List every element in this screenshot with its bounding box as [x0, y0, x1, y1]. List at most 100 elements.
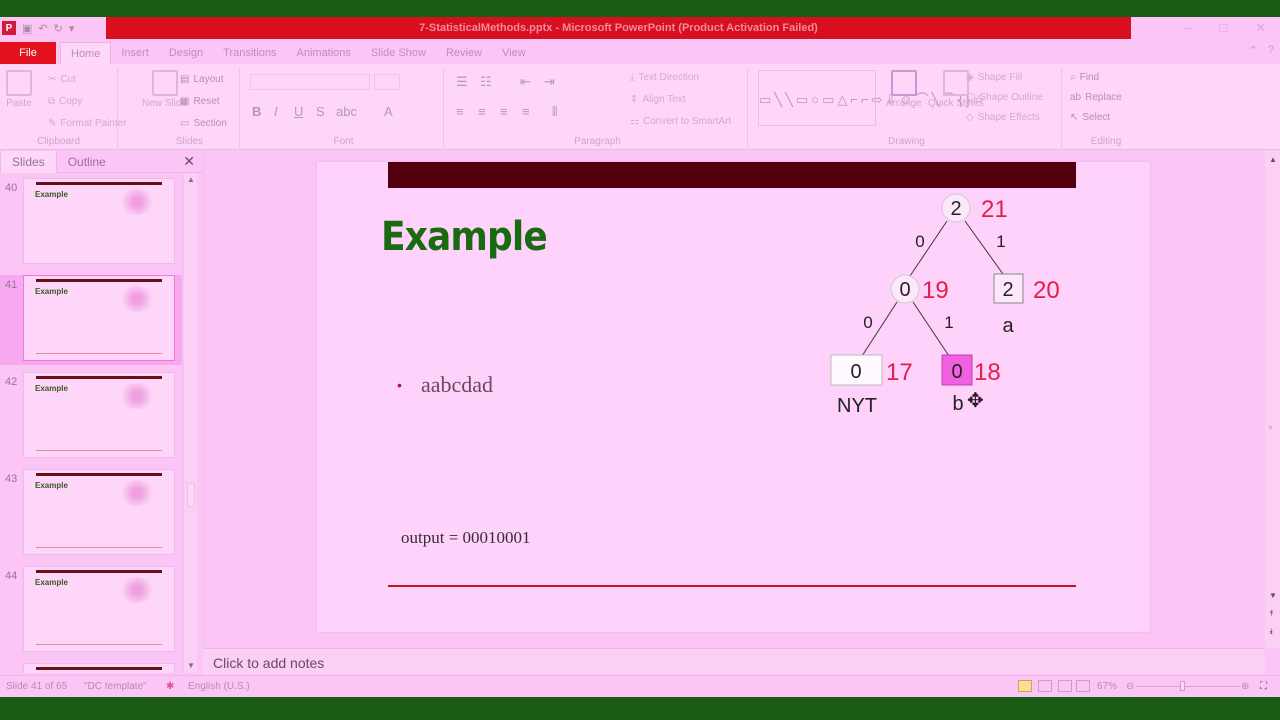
justify-icon[interactable]: ≡: [522, 104, 530, 119]
paste-button[interactable]: Paste: [6, 70, 32, 109]
root-weight: 2: [950, 198, 961, 220]
zoom-out-icon[interactable]: ⊖: [1126, 681, 1134, 692]
undo-icon[interactable]: ↶: [38, 22, 47, 35]
effects-icon: ◇: [966, 112, 974, 123]
zoom-slider-thumb[interactable]: [1180, 681, 1185, 691]
format-painter-button[interactable]: ✎ Format Painter: [48, 118, 127, 129]
thumbnail-slide-42[interactable]: 42 Example: [0, 372, 182, 462]
shadow-icon[interactable]: S: [316, 104, 325, 119]
copy-button[interactable]: ⧉ Copy: [48, 96, 83, 107]
help-icon[interactable]: ?: [1268, 44, 1274, 57]
shapes-gallery[interactable]: ▭╲╲▭○▭△⌐⌐⇨⇩☺⌒╲⌒{}☆: [758, 70, 985, 126]
scrollbar-thumb[interactable]: [187, 483, 195, 507]
tab-design[interactable]: Design: [159, 42, 213, 64]
language-indicator[interactable]: English (U.S.): [188, 681, 250, 692]
edge-label-root-left: 0: [915, 232, 924, 251]
notes-pane[interactable]: Click to add notes: [203, 648, 1265, 675]
slide-indicator: Slide 41 of 65: [6, 681, 68, 692]
italic-icon[interactable]: I: [274, 104, 278, 119]
tab-animations[interactable]: Animations: [287, 42, 361, 64]
layout-icon: ▤: [180, 74, 190, 85]
thumbnail-slide-45[interactable]: [0, 663, 182, 673]
nyt-weight: 0: [850, 361, 861, 383]
align-center-icon[interactable]: ≡: [478, 104, 486, 119]
tab-review[interactable]: Review: [436, 42, 492, 64]
shape-outline-button[interactable]: ▢ Shape Outline: [966, 92, 1043, 103]
strikethrough-icon[interactable]: abc: [336, 104, 357, 119]
thumbnail-slide-41[interactable]: 41 Example: [0, 275, 182, 365]
columns-icon[interactable]: ⫴: [552, 104, 557, 120]
section-button[interactable]: ▭ Section: [180, 118, 227, 129]
thumbnail-slide-43[interactable]: 43 Example: [0, 469, 182, 559]
align-text-button[interactable]: ⇕ Align Text: [630, 94, 686, 105]
tab-file[interactable]: File: [0, 42, 56, 64]
scroll-up-icon[interactable]: ▲: [187, 175, 195, 184]
font-size-box[interactable]: [374, 74, 400, 90]
reading-view-icon[interactable]: [1058, 680, 1072, 692]
tab-view[interactable]: View: [492, 42, 536, 64]
panel-scrollbar[interactable]: ▲ ▼: [183, 173, 197, 673]
tab-insert[interactable]: Insert: [111, 42, 159, 64]
slide-sorter-icon[interactable]: [1038, 680, 1052, 692]
replace-button[interactable]: ab Replace: [1070, 92, 1122, 103]
editor-scrollbar[interactable]: ▲ ▫ ▼ ⯭ ⯯: [1265, 151, 1280, 648]
layout-button[interactable]: ▤ Layout: [180, 74, 223, 85]
internal-weight: 0: [899, 279, 910, 301]
leaf-a-number: 20: [1033, 277, 1060, 304]
minimize-icon[interactable]: –: [1184, 20, 1191, 36]
leaf-a-weight: 2: [1002, 279, 1013, 301]
tab-slide-show[interactable]: Slide Show: [361, 42, 436, 64]
font-color-icon[interactable]: A: [384, 104, 393, 119]
notes-placeholder: Click to add notes: [213, 655, 325, 671]
scroll-down-icon[interactable]: ▼: [1269, 591, 1277, 600]
zoom-level[interactable]: 67%: [1097, 681, 1117, 692]
scroll-up-icon[interactable]: ▲: [1269, 155, 1277, 164]
bullets-icon[interactable]: ☰: [456, 74, 468, 90]
scroll-down-icon[interactable]: ▼: [187, 661, 195, 670]
huffman-tree: 2 21 0 1 0 19 2 20 a 0 1 0 17 NYT 0 18 b: [830, 193, 1060, 417]
slide-canvas[interactable]: Example • aabcdad output = 00010001 2 21…: [317, 162, 1150, 632]
clipboard-label: Clipboard: [37, 136, 80, 147]
thumbnail-slide-44[interactable]: 44 Example: [0, 566, 182, 656]
arrange-button[interactable]: Arrange: [886, 70, 922, 109]
redo-icon[interactable]: ↻: [54, 22, 63, 35]
shape-effects-button[interactable]: ◇ Shape Effects: [966, 112, 1040, 123]
slideshow-view-icon[interactable]: [1076, 680, 1090, 692]
zoom-in-icon[interactable]: ⊕: [1241, 681, 1249, 692]
zoom-slider[interactable]: [1136, 686, 1240, 687]
close-icon[interactable]: ✕: [1255, 20, 1266, 36]
text-direction-button[interactable]: ⤓ Text Direction: [630, 72, 699, 83]
minimize-ribbon-icon[interactable]: ⌃: [1249, 44, 1258, 57]
tab-transitions[interactable]: Transitions: [213, 42, 286, 64]
select-button[interactable]: ↖ Select: [1070, 112, 1110, 123]
next-slide-icon[interactable]: ⯯: [1269, 627, 1274, 637]
tab-home[interactable]: Home: [60, 42, 112, 64]
normal-view-icon[interactable]: [1018, 680, 1032, 692]
maximize-icon[interactable]: □: [1219, 20, 1227, 36]
fit-to-window-icon[interactable]: ⛶: [1260, 681, 1267, 692]
save-icon[interactable]: ▣: [22, 22, 32, 35]
find-button[interactable]: ⌕ Find: [1070, 72, 1099, 83]
close-panel-icon[interactable]: ✕: [183, 153, 195, 170]
align-right-icon[interactable]: ≡: [500, 104, 508, 119]
spellcheck-icon[interactable]: ✱: [166, 681, 174, 692]
font-name-box[interactable]: [250, 74, 370, 90]
tab-outline[interactable]: Outline: [57, 151, 117, 173]
shape-fill-button[interactable]: ◈ Shape Fill: [966, 72, 1022, 83]
underline-icon[interactable]: U: [294, 104, 303, 119]
customize-qat-icon[interactable]: ▾: [69, 22, 75, 35]
increase-indent-icon[interactable]: ⇥: [544, 74, 555, 90]
edge-label-root-right: 1: [996, 232, 1005, 251]
previous-slide-icon[interactable]: ⯭: [1269, 609, 1274, 619]
decrease-indent-icon[interactable]: ⇤: [520, 74, 531, 90]
reset-button[interactable]: ▦ Reset: [180, 96, 220, 107]
numbering-icon[interactable]: ☷: [480, 74, 492, 90]
cut-button[interactable]: ✂ Cut: [48, 74, 76, 85]
convert-smartart-button[interactable]: ⚏ Convert to SmartArt: [630, 116, 731, 127]
thumbnail-slide-40[interactable]: 40 Example: [0, 178, 182, 268]
align-left-icon[interactable]: ≡: [456, 104, 464, 119]
scroll-position-icon[interactable]: ▫: [1269, 423, 1272, 432]
bold-icon[interactable]: B: [252, 104, 261, 119]
tab-slides[interactable]: Slides: [0, 150, 57, 173]
template-name[interactable]: "DC template": [84, 681, 147, 692]
